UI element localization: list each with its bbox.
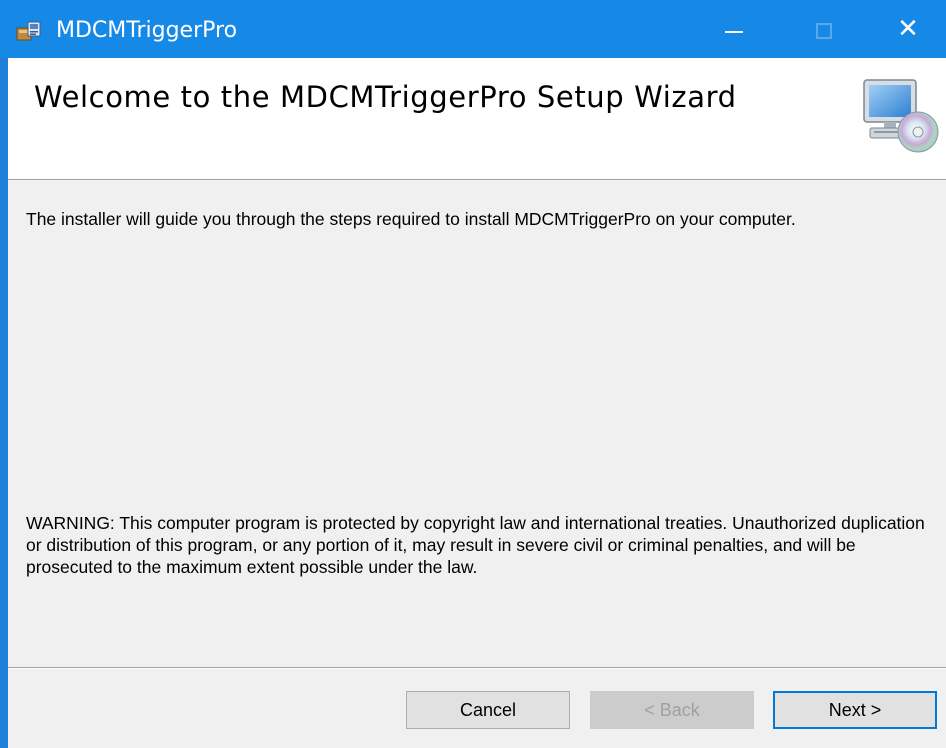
copyright-warning: WARNING: This computer program is protec… — [26, 513, 925, 577]
maximize-button — [790, 0, 858, 58]
window-border — [0, 58, 8, 748]
minimize-button[interactable] — [700, 0, 768, 58]
computer-cd-icon — [863, 79, 939, 153]
minimize-icon — [725, 31, 743, 33]
banner-title: Welcome to the MDCMTriggerPro Setup Wiza… — [34, 80, 737, 114]
close-button[interactable]: ✕ — [874, 0, 942, 58]
next-button[interactable]: Next > — [773, 691, 937, 729]
installer-package-icon — [16, 21, 41, 41]
intro-text: The installer will guide you through the… — [26, 209, 796, 229]
maximize-icon — [816, 23, 832, 39]
installer-window: MDCMTriggerPro ✕ Welcome to the MDCMTrig… — [0, 0, 946, 748]
window-title: MDCMTriggerPro — [56, 18, 238, 43]
close-icon: ✕ — [897, 14, 919, 44]
title-bar[interactable]: MDCMTriggerPro ✕ — [0, 0, 946, 58]
wizard-banner: Welcome to the MDCMTriggerPro Setup Wiza… — [8, 58, 946, 180]
back-button: < Back — [590, 691, 754, 729]
divider-highlight — [8, 668, 946, 669]
cancel-button[interactable]: Cancel — [406, 691, 570, 729]
